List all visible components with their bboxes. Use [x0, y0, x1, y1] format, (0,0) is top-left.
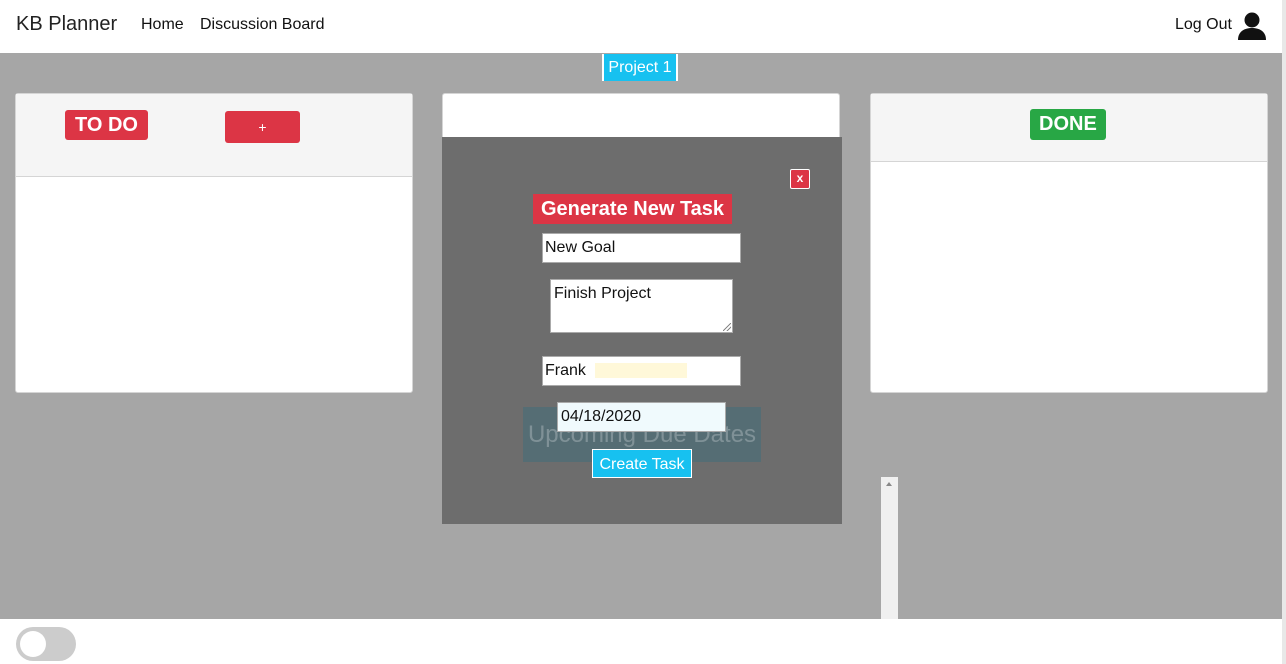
todo-column: TO DO +: [15, 93, 413, 393]
footer: [0, 619, 1282, 664]
logout-link[interactable]: Log Out: [1175, 16, 1232, 34]
close-modal-button[interactable]: x: [790, 169, 810, 189]
nav-link-discussion-board[interactable]: Discussion Board: [200, 16, 325, 34]
user-icon[interactable]: [1237, 11, 1267, 41]
done-column-header: DONE: [871, 94, 1267, 162]
todo-badge: TO DO: [65, 110, 148, 140]
done-badge: DONE: [1030, 109, 1106, 140]
done-column: DONE: [870, 93, 1268, 393]
description-textarea[interactable]: Finish Project: [550, 279, 733, 333]
assignee-value: Frank: [545, 362, 586, 379]
description-text: Finish Project: [554, 285, 651, 302]
todo-column-header: TO DO +: [16, 94, 412, 177]
create-task-button[interactable]: Create Task: [592, 449, 692, 478]
autofill-highlight: [595, 363, 687, 378]
project-tab[interactable]: Project 1: [602, 54, 678, 81]
brand-title[interactable]: KB Planner: [16, 13, 117, 36]
assignee-input[interactable]: Frank: [542, 356, 741, 386]
page-edge: [1282, 0, 1286, 664]
modal-title: Generate New Task: [533, 194, 733, 224]
theme-toggle[interactable]: [16, 627, 76, 661]
toggle-knob: [20, 631, 46, 657]
resize-grip-icon[interactable]: [723, 323, 731, 331]
scroll-up-arrow-icon[interactable]: [886, 482, 892, 486]
nav-link-home[interactable]: Home: [141, 16, 184, 34]
due-date-input[interactable]: 04/18/2020: [557, 402, 726, 432]
scrollbar[interactable]: [881, 477, 898, 619]
navbar: KB Planner Home Discussion Board Log Out: [0, 0, 1282, 53]
new-task-modal: x Generate New Task New Goal Finish Proj…: [442, 137, 842, 524]
add-task-button[interactable]: +: [225, 111, 300, 143]
goal-input[interactable]: New Goal: [542, 233, 741, 263]
